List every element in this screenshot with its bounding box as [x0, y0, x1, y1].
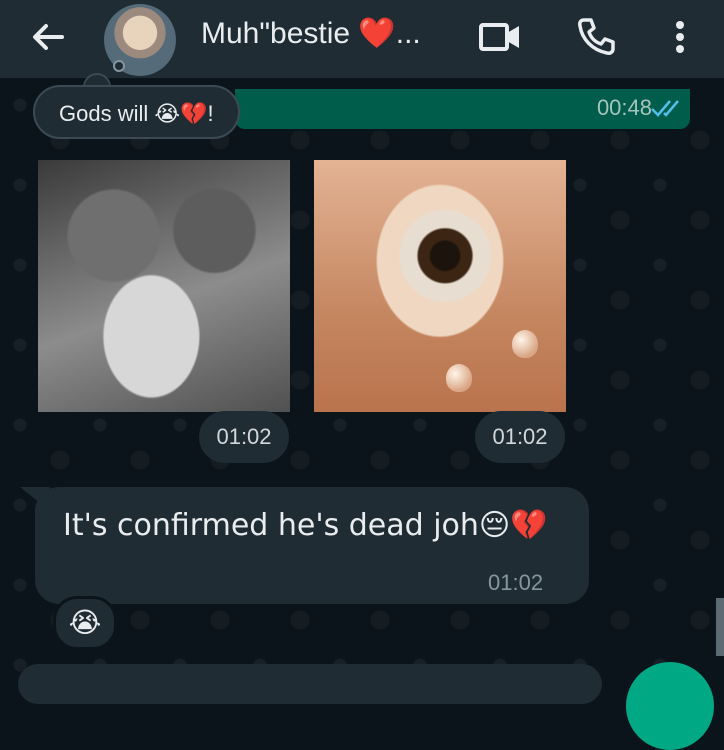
voice-call-icon[interactable]: [574, 15, 618, 59]
message-reaction[interactable]: 😭: [53, 596, 117, 650]
quoted-reply-text: Gods will 😭💔!: [59, 101, 214, 126]
outgoing-message-time: 00:48: [596, 95, 652, 120]
incoming-message-text: It's confirmed he's dead joh😔💔: [63, 508, 548, 543]
read-receipt-icon: [651, 100, 679, 117]
photo-message-2[interactable]: [314, 160, 566, 412]
back-arrow-icon[interactable]: [28, 17, 68, 57]
photo-1-time: 01:02: [199, 411, 289, 463]
tear-drop: [512, 330, 538, 358]
tear-drop: [446, 364, 472, 392]
more-options-icon[interactable]: [658, 15, 702, 59]
send-mic-button[interactable]: [626, 662, 714, 750]
photo-2-time: 01:02: [475, 411, 565, 463]
scrollbar-thumb[interactable]: [716, 598, 724, 656]
video-call-icon[interactable]: [478, 15, 522, 59]
contact-name[interactable]: Muh"bestie ❤️...: [201, 16, 421, 51]
quoted-reply-chip[interactable]: Gods will 😭💔!: [33, 85, 240, 139]
message-input-bar[interactable]: [18, 664, 602, 704]
incoming-message-time: 01:02: [488, 570, 544, 595]
chat-header: Muh"bestie ❤️...: [0, 0, 724, 78]
photo-message-1[interactable]: [38, 160, 290, 412]
thought-dot: [113, 60, 125, 72]
